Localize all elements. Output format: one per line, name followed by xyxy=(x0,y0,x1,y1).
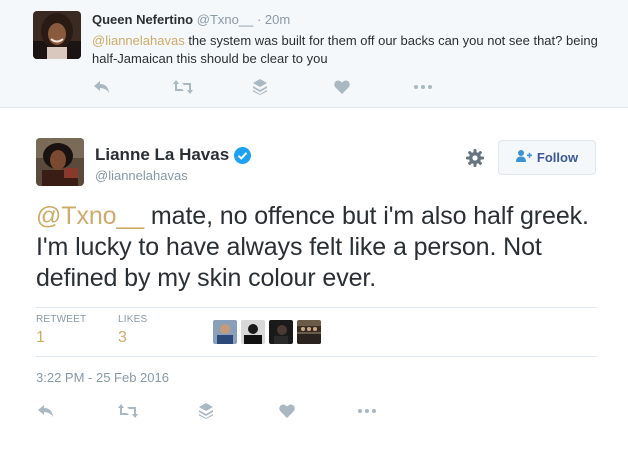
heart-icon[interactable] xyxy=(277,403,297,419)
reply-avatar[interactable] xyxy=(33,11,81,59)
author-avatar[interactable] xyxy=(36,138,84,186)
stats-top-divider xyxy=(36,307,597,308)
tweet-timestamp[interactable]: 3:22 PM - 25 Feb 2016 xyxy=(36,370,169,385)
follow-button[interactable]: Follow xyxy=(498,140,596,175)
retweet-stat[interactable]: RETWEET 1 xyxy=(36,314,86,347)
gear-icon[interactable] xyxy=(465,148,485,168)
reply-time[interactable]: · 20m xyxy=(257,12,290,27)
more-icon[interactable] xyxy=(413,79,433,95)
reply-text: @liannelahavas the system was built for … xyxy=(92,32,612,68)
liker-avatar[interactable] xyxy=(297,320,321,344)
follow-label: Follow xyxy=(536,150,579,165)
retweet-icon[interactable] xyxy=(118,403,138,419)
stack-icon[interactable] xyxy=(196,403,216,419)
author-handle[interactable]: @liannelahavas xyxy=(95,168,188,183)
heart-icon[interactable] xyxy=(332,79,352,95)
retweet-stat-label: RETWEET xyxy=(36,314,87,325)
liker-avatars xyxy=(213,320,321,344)
reply-header: Queen Nefertino @Txno__ · 20m xyxy=(92,12,290,27)
retweet-icon[interactable] xyxy=(173,79,193,95)
follow-person-icon xyxy=(515,150,532,165)
likes-stat[interactable]: LIKES 3 xyxy=(118,314,147,347)
liker-avatar[interactable] xyxy=(213,320,237,344)
stats-bottom-divider xyxy=(36,356,597,357)
author-name-text[interactable]: Lianne La Havas xyxy=(95,145,229,165)
liker-avatar[interactable] xyxy=(269,320,293,344)
reply-author-handle[interactable]: @Txno__ xyxy=(197,12,254,27)
liker-avatar[interactable] xyxy=(241,320,265,344)
reply-icon[interactable] xyxy=(92,79,112,95)
more-icon[interactable] xyxy=(357,403,377,419)
reply-mention-link[interactable]: @liannelahavas xyxy=(92,33,185,48)
tweet-mention-link[interactable]: @Txno__ xyxy=(36,202,144,230)
reply-tweet: Queen Nefertino @Txno__ · 20m @liannelah… xyxy=(0,0,628,108)
verified-icon xyxy=(234,146,252,164)
author-name[interactable]: Lianne La Havas xyxy=(95,145,252,165)
stack-icon[interactable] xyxy=(250,79,270,95)
reply-icon[interactable] xyxy=(36,403,56,419)
reply-author-name[interactable]: Queen Nefertino xyxy=(92,12,193,27)
likes-count: 3 xyxy=(118,329,127,346)
retweet-count: 1 xyxy=(36,329,45,346)
likes-stat-label: LIKES xyxy=(118,314,148,325)
tweet-text: @Txno__ mate, no offence but i'm also ha… xyxy=(36,201,596,294)
